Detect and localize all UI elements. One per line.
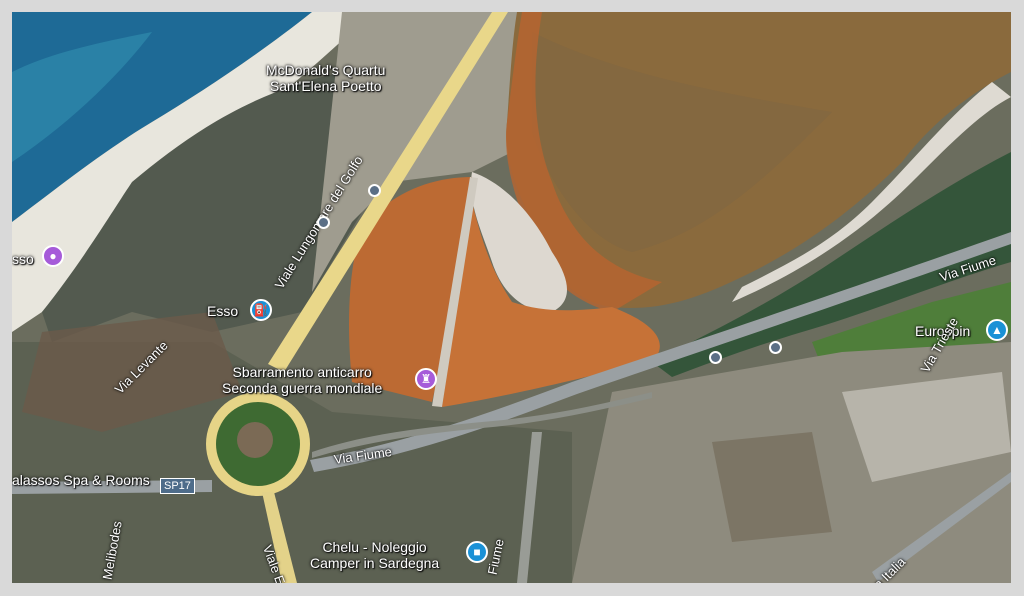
map-view[interactable]: McDonald's Quartu Sant'Elena Poetto sso … xyxy=(12,12,1011,583)
bus-stop-icon[interactable] xyxy=(368,184,381,197)
bus-stop-icon[interactable] xyxy=(709,351,722,364)
monument-icon[interactable]: ♜ xyxy=(415,368,437,390)
sbarramento-label[interactable]: Sbarramento anticarro Seconda guerra mon… xyxy=(222,364,382,396)
bus-stop-icon[interactable] xyxy=(317,216,330,229)
thalassos-label[interactable]: alassos Spa & Rooms xyxy=(12,472,150,488)
gas-station-icon[interactable]: ⛽ xyxy=(250,299,272,321)
chelu-label[interactable]: Chelu - Noleggio Camper in Sardegna xyxy=(310,539,439,571)
shopping-cart-icon[interactable]: ▲ xyxy=(986,319,1008,341)
route-shield: SP17 xyxy=(160,478,195,494)
lock-icon[interactable]: ■ xyxy=(466,541,488,563)
bus-stop-icon[interactable] xyxy=(769,341,782,354)
camera-icon[interactable]: ● xyxy=(42,245,64,267)
esso-left-label[interactable]: sso xyxy=(12,251,34,267)
mcdonalds-label[interactable]: McDonald's Quartu Sant'Elena Poetto xyxy=(266,62,385,94)
esso-label[interactable]: Esso xyxy=(207,303,238,319)
satellite-map-layer[interactable] xyxy=(12,12,1011,583)
